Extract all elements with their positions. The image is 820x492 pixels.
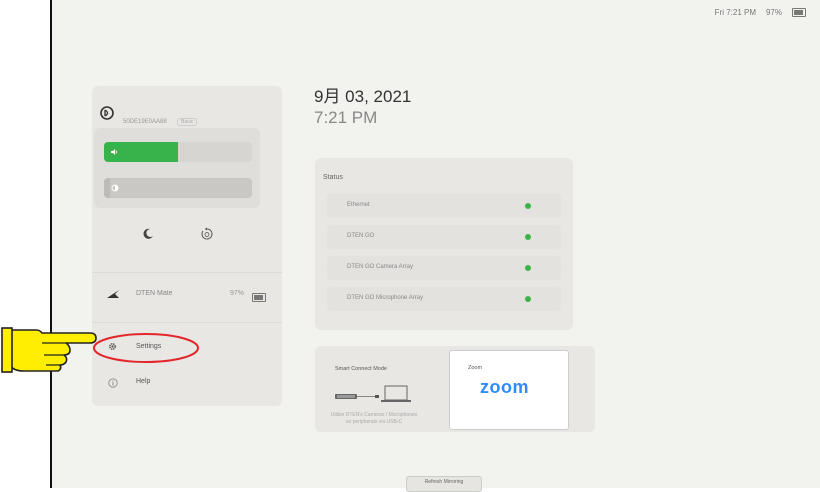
moon-icon[interactable] (142, 228, 154, 240)
device-badge: Basic (177, 118, 198, 126)
usb-connect-icon (335, 385, 411, 402)
smart-connect-desc: Utilize DTEN's Cameras / Microphones as … (315, 412, 433, 426)
brightness-slider[interactable] (104, 178, 252, 198)
help-label: Help (136, 378, 151, 385)
slider-group (94, 128, 260, 208)
refresh-mirroring-button[interactable]: Refresh Mirroring (406, 476, 482, 492)
dten-mate-battery: 97% (230, 290, 245, 297)
brightness-icon (111, 184, 119, 192)
status-label: DTEN GO (347, 233, 375, 239)
status-battery-text: 97% (765, 8, 782, 17)
zoom-logo: zoom (480, 377, 529, 397)
zoom-title: Zoom (468, 365, 483, 371)
smart-connect-desc-line1: Utilize DTEN's Cameras / Microphones (330, 412, 418, 418)
status-row: DTEN GO Camera Array (327, 256, 561, 280)
divider (92, 322, 282, 323)
device-name: 50DE19E0AA88 (123, 119, 167, 125)
status-label: DTEN GO Camera Array (347, 264, 414, 270)
dten-mate-icon (107, 290, 119, 298)
divider (92, 272, 282, 273)
brightness-slider-fill (104, 178, 110, 198)
time-text: 7:21 PM (314, 108, 378, 127)
speaker-icon (111, 149, 118, 155)
status-row: DTEN GO Microphone Array (327, 287, 561, 311)
dten-device-icon (100, 106, 114, 120)
info-icon (108, 378, 118, 388)
volume-slider[interactable] (104, 142, 252, 162)
dten-mate-label: DTEN Mate (136, 290, 173, 297)
battery-icon (792, 8, 806, 17)
pointing-hand-icon (1, 327, 97, 373)
date-text: 9月 03, 2021 (314, 87, 412, 106)
status-clock: Fri 7:21 PM (714, 8, 756, 17)
status-row: Ethernet (327, 194, 561, 218)
zoom-card[interactable]: Zoom zoom (449, 350, 569, 430)
status-ok-indicator (525, 203, 531, 209)
smart-connect-desc-line2: as peripherals via USB-C (345, 419, 403, 425)
status-ok-indicator (525, 296, 531, 302)
help-menu-item[interactable]: Help (92, 372, 282, 394)
status-ok-indicator (525, 234, 531, 240)
status-label: DTEN GO Microphone Array (347, 295, 424, 301)
status-row: DTEN GO (327, 225, 561, 249)
status-panel: Status Ethernet DTEN GO DTEN GO Camera A… (315, 158, 573, 330)
device-screen: Fri 7:21 PM 97% 50DE19E0AA88 Basic DTEN … (50, 0, 820, 492)
status-title: Status (323, 174, 343, 181)
app-panel: Smart Connect Mode Utilize DTEN's Camera… (315, 346, 595, 432)
annotation-circle (93, 333, 199, 363)
device-info: 50DE19E0AA88 Basic (123, 110, 198, 128)
reset-timer-icon[interactable] (200, 227, 214, 241)
status-bar: Fri 7:21 PM 97% (715, 8, 806, 17)
smart-connect-card[interactable]: Smart Connect Mode Utilize DTEN's Camera… (315, 346, 447, 432)
dten-mate-battery-icon (252, 293, 266, 302)
status-label: Ethernet (347, 202, 370, 208)
status-ok-indicator (525, 265, 531, 271)
smart-connect-title: Smart Connect Mode (335, 366, 387, 372)
